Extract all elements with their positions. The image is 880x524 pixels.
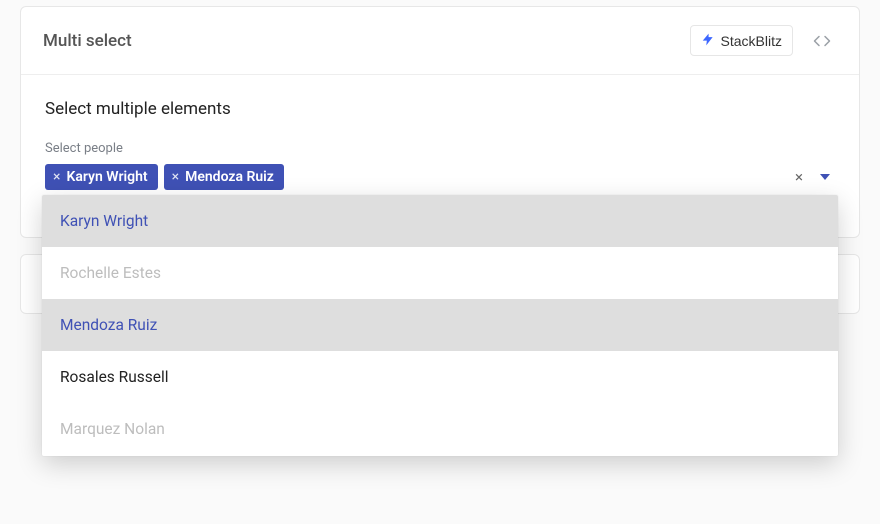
multiselect-control[interactable]: × Karyn Wright × Mendoza Ruiz ×: [45, 162, 835, 197]
selected-chip: × Mendoza Ruiz: [164, 164, 284, 190]
option-label: Marquez Nolan: [60, 420, 165, 438]
option-item[interactable]: Rosales Russell: [42, 351, 838, 403]
card-title: Multi select: [43, 31, 132, 51]
bolt-icon: [701, 31, 715, 51]
option-label: Karyn Wright: [60, 212, 148, 230]
selected-chip: × Karyn Wright: [45, 164, 158, 190]
option-item: Marquez Nolan: [42, 403, 838, 455]
option-item[interactable]: Mendoza Ruiz: [42, 299, 838, 351]
clear-all-button[interactable]: ×: [789, 168, 809, 186]
option-item: Rochelle Estes: [42, 247, 838, 299]
field-label: Select people: [45, 141, 835, 156]
stackblitz-button[interactable]: StackBlitz: [690, 25, 793, 56]
option-label: Rochelle Estes: [60, 264, 161, 282]
option-label: Rosales Russell: [60, 368, 169, 386]
chip-label: Karyn Wright: [66, 169, 147, 185]
options-dropdown: Karyn Wright Rochelle Estes Mendoza Ruiz…: [42, 195, 838, 456]
options-scroll[interactable]: Karyn Wright Rochelle Estes Mendoza Ruiz…: [42, 195, 838, 456]
option-label: Mendoza Ruiz: [60, 316, 157, 334]
section-heading: Select multiple elements: [45, 99, 835, 119]
code-toggle-button[interactable]: [807, 28, 837, 54]
option-item[interactable]: Karyn Wright: [42, 195, 838, 247]
dropdown-toggle[interactable]: [815, 172, 835, 182]
card-header: Multi select StackBlitz: [21, 7, 859, 75]
chip-label: Mendoza Ruiz: [185, 169, 274, 185]
header-actions: StackBlitz: [690, 25, 837, 56]
chip-remove-icon[interactable]: ×: [53, 170, 60, 184]
chip-remove-icon[interactable]: ×: [172, 170, 179, 184]
caret-down-icon: [819, 172, 831, 182]
code-icon: [811, 32, 833, 50]
stackblitz-label: StackBlitz: [721, 33, 782, 49]
